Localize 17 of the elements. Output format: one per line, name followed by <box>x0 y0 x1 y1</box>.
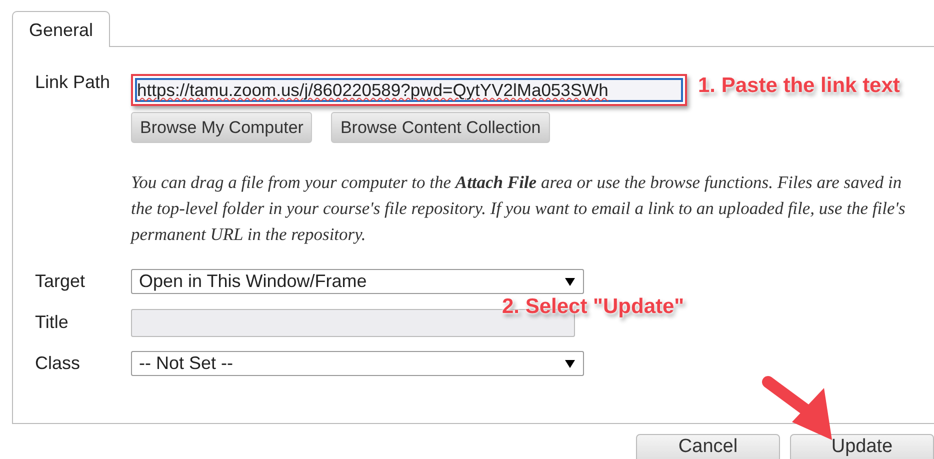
tab[interactable]: General <box>12 11 110 47</box>
browse-button[interactable]: Browse Content Collection <box>331 112 550 143</box>
annotation-text: 2. Select "Update" <box>502 295 684 319</box>
field-label: Target <box>35 271 86 292</box>
annotation-text: 1. Paste the link text <box>698 74 900 98</box>
field-label: Link Path <box>35 72 112 94</box>
field-label: Title <box>35 312 70 333</box>
field-label: Class <box>35 353 82 374</box>
caret-icon <box>565 360 575 368</box>
link-path-field[interactable]: https://tamu.zoom.us/j/860220589?pwd=QytYV2lMa053SWh <box>131 74 687 106</box>
dropdown[interactable]: -- Not Set -- <box>131 351 584 376</box>
caret-icon <box>565 278 575 286</box>
update-button[interactable]: Update <box>790 434 934 459</box>
cancel-button[interactable]: Cancel <box>636 434 780 459</box>
dropdown[interactable]: Open in This Window/Frame <box>131 269 584 294</box>
browse-button[interactable]: Browse My Computer <box>131 112 312 143</box>
help-text: You can drag a file from your computer to the Attach File area or use the browse functions. Files are saved in the top-level folder in your course's file repository. If you want to email a link to an uploaded file, use the file's permanent URL in the repository. <box>131 171 906 246</box>
